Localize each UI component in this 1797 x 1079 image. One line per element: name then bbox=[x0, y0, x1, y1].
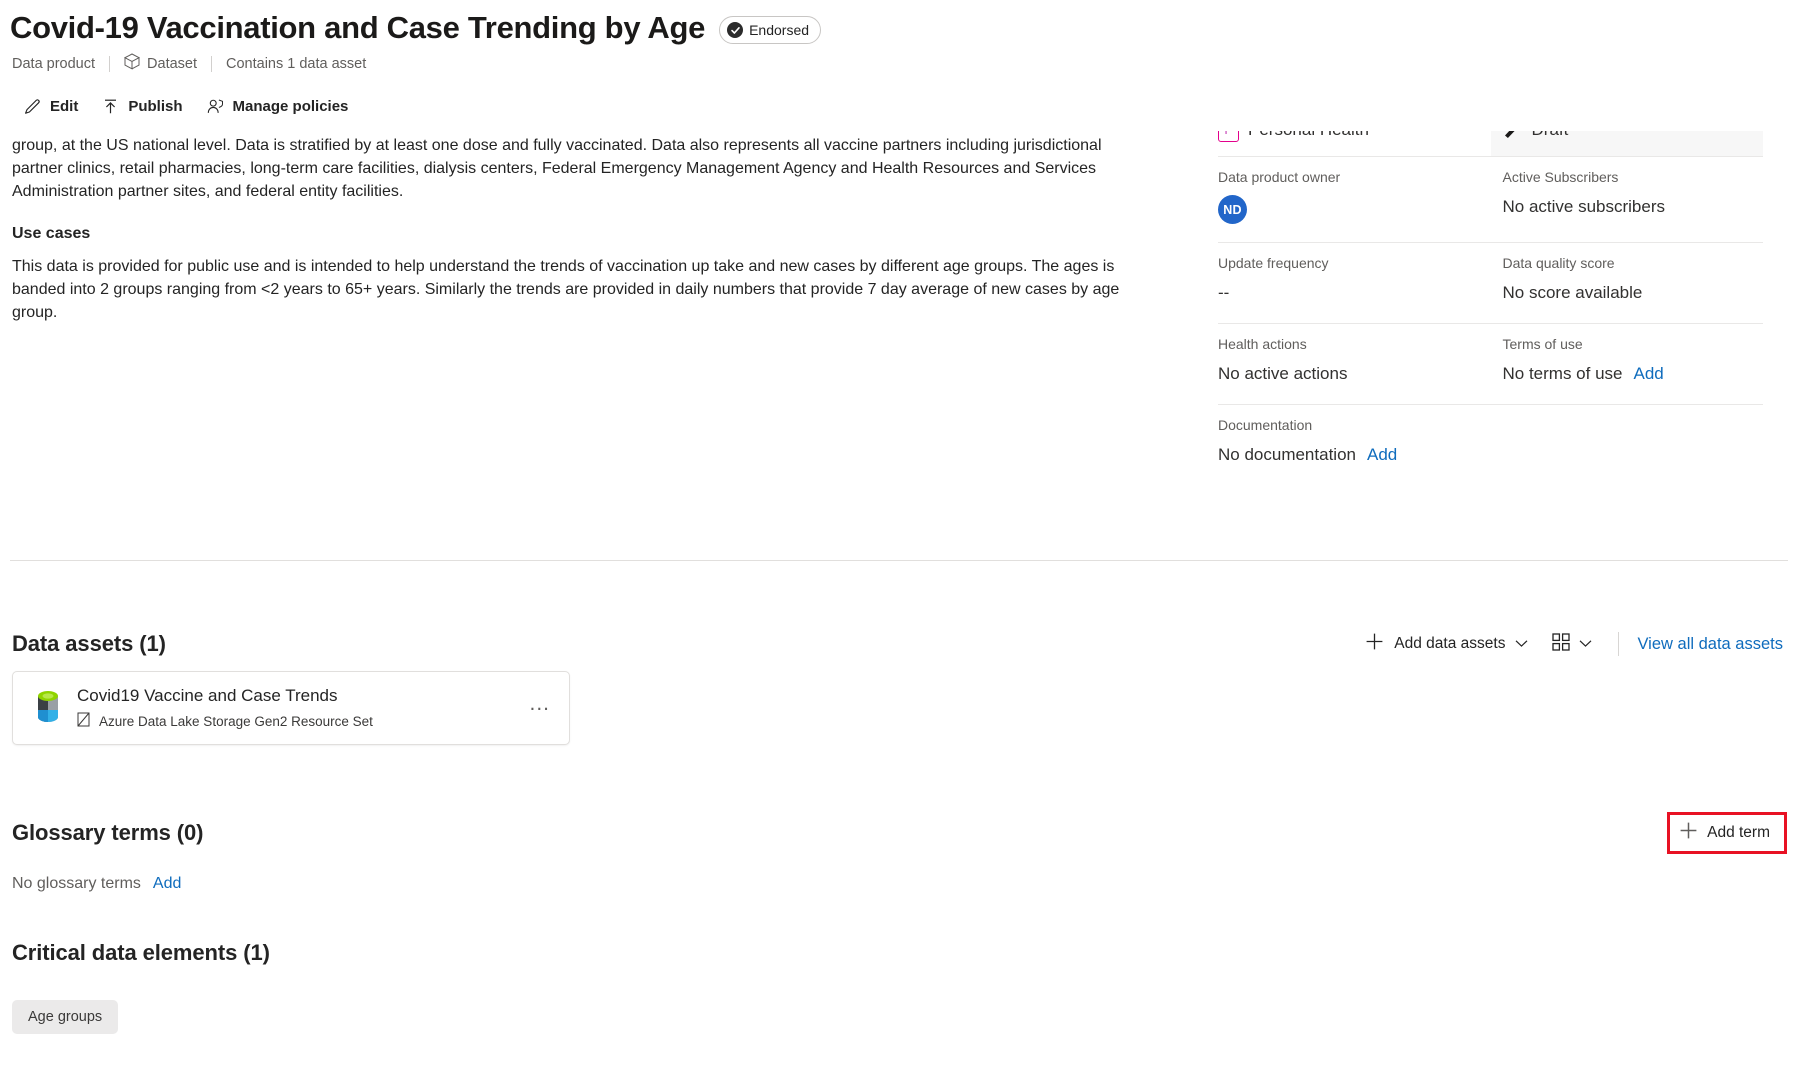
manage-policies-label: Manage policies bbox=[232, 98, 349, 115]
page-title: Covid-19 Vaccination and Case Trending b… bbox=[10, 10, 706, 45]
update-frequency-value: -- bbox=[1218, 283, 1230, 302]
dataset-box-icon bbox=[123, 53, 141, 74]
breadcrumb-asset-count-label: Contains 1 data asset bbox=[226, 55, 367, 72]
info-cell-health-actions: Health actions No active actions bbox=[1218, 324, 1491, 404]
view-layout-toggle-button[interactable] bbox=[1540, 626, 1604, 663]
owner-label: Data product owner bbox=[1218, 169, 1341, 185]
data-product-detail-page: This data comes from the CDC as a part o… bbox=[0, 0, 1797, 1079]
data-assets-title: Data assets (1) bbox=[12, 631, 166, 656]
info-row-health-terms: Health actions No active actions Terms o… bbox=[1218, 324, 1763, 405]
documentation-label: Documentation bbox=[1218, 417, 1313, 433]
subscribers-value: No active subscribers bbox=[1502, 197, 1666, 216]
critical-data-element-chip[interactable]: Age groups bbox=[12, 1000, 119, 1034]
grid-view-icon bbox=[1552, 632, 1571, 656]
plus-icon bbox=[1365, 632, 1384, 656]
data-asset-info: Covid19 Vaccine and Case Trends Azure Da… bbox=[77, 686, 524, 730]
documentation-add-link[interactable]: Add bbox=[1367, 443, 1397, 467]
add-term-label: Add term bbox=[1707, 824, 1770, 841]
info-cell-quality-score: Data quality score No score available bbox=[1491, 243, 1764, 323]
data-asset-more-button[interactable]: ... bbox=[524, 693, 555, 723]
endorsed-label: Endorsed bbox=[749, 22, 810, 38]
data-asset-card[interactable]: Covid19 Vaccine and Case Trends Azure Da… bbox=[12, 671, 570, 745]
glossary-add-link[interactable]: Add bbox=[153, 875, 181, 893]
resource-set-icon bbox=[77, 712, 91, 730]
info-cell-documentation: Documentation No documentation Add bbox=[1218, 405, 1763, 485]
toolbar-divider bbox=[1618, 632, 1620, 656]
info-row-owner-subscribers: Data product owner ND Active Subscribers… bbox=[1218, 157, 1763, 243]
adls-gen2-resource-set-icon bbox=[31, 688, 65, 728]
critical-data-elements-header: Critical data elements (1) bbox=[12, 940, 270, 966]
data-asset-type: Azure Data Lake Storage Gen2 Resource Se… bbox=[77, 712, 524, 730]
glossary-empty-text: No glossary terms bbox=[12, 875, 141, 892]
manage-policies-button[interactable]: Manage policies bbox=[197, 92, 363, 121]
documentation-value: No documentation Add bbox=[1218, 443, 1763, 467]
info-row-documentation: Documentation No documentation Add bbox=[1218, 405, 1763, 485]
terms-of-use-add-link[interactable]: Add bbox=[1634, 362, 1664, 386]
info-panel: P Personal Health Draft Data product own… bbox=[1218, 118, 1763, 485]
plus-icon bbox=[1679, 821, 1698, 845]
page-content: This data comes from the CDC as a part o… bbox=[0, 0, 1797, 1079]
terms-of-use-value: No terms of use Add bbox=[1503, 362, 1764, 386]
update-frequency-label: Update frequency bbox=[1218, 255, 1329, 271]
glossary-header: Glossary terms (0) Add term bbox=[12, 812, 1787, 854]
quality-score-value: No score available bbox=[1502, 283, 1643, 302]
data-assets-toolbar: Add data assets View all data assets bbox=[1353, 625, 1787, 663]
add-term-highlight-box: Add term bbox=[1667, 812, 1787, 854]
publish-arrow-icon bbox=[102, 98, 119, 115]
add-term-button[interactable]: Add term bbox=[1670, 815, 1784, 851]
critical-data-elements-chips: Age groups bbox=[12, 1000, 119, 1034]
info-cell-update-frequency: Update frequency -- bbox=[1218, 243, 1491, 323]
endorsed-badge[interactable]: Endorsed bbox=[719, 16, 822, 44]
add-data-assets-label: Add data assets bbox=[1394, 635, 1506, 652]
info-cell-terms-of-use: Terms of use No terms of use Add bbox=[1491, 324, 1764, 404]
breadcrumb: Data product Dataset Contains 1 data ass… bbox=[0, 49, 1797, 74]
use-cases-heading: Use cases bbox=[12, 225, 91, 242]
info-cell-subscribers: Active Subscribers No active subscribers bbox=[1491, 157, 1764, 242]
add-data-assets-button[interactable]: Add data assets bbox=[1353, 625, 1540, 663]
description-column: This data comes from the CDC as a part o… bbox=[12, 114, 1135, 346]
owner-value: ND bbox=[1218, 195, 1491, 224]
section-divider bbox=[10, 560, 1788, 561]
publish-button[interactable]: Publish bbox=[92, 92, 196, 121]
person-policy-icon bbox=[207, 98, 224, 115]
health-actions-label: Health actions bbox=[1218, 336, 1307, 352]
command-bar: Edit Publish Manage policies bbox=[0, 74, 1797, 131]
edit-label: Edit bbox=[50, 98, 79, 115]
terms-of-use-label: Terms of use bbox=[1502, 336, 1583, 352]
check-circle-icon bbox=[727, 22, 744, 38]
health-actions-value: No active actions bbox=[1218, 364, 1348, 383]
view-all-data-assets-link[interactable]: View all data assets bbox=[1633, 629, 1787, 660]
info-row-frequency-quality: Update frequency -- Data quality score N… bbox=[1218, 243, 1763, 324]
glossary-empty-state: No glossary terms Add bbox=[12, 875, 181, 893]
data-asset-name: Covid19 Vaccine and Case Trends bbox=[77, 686, 338, 705]
title-row: Covid-19 Vaccination and Case Trending b… bbox=[0, 0, 1797, 49]
publish-label: Publish bbox=[128, 98, 183, 115]
avatar: ND bbox=[1218, 195, 1247, 224]
info-cell-owner: Data product owner ND bbox=[1218, 157, 1491, 242]
glossary-title: Glossary terms (0) bbox=[12, 820, 204, 845]
description-paragraph-2: This data is provided for public use and… bbox=[12, 258, 1120, 321]
breadcrumb-type-label: Dataset bbox=[147, 55, 198, 72]
quality-score-label: Data quality score bbox=[1502, 255, 1615, 271]
page-header: Covid-19 Vaccination and Case Trending b… bbox=[0, 0, 1797, 131]
owner-name-redacted bbox=[1256, 203, 1384, 216]
edit-button[interactable]: Edit bbox=[14, 92, 92, 121]
subscribers-label: Active Subscribers bbox=[1502, 169, 1619, 185]
data-assets-header: Data assets (1) Add data assets View all… bbox=[12, 625, 1787, 663]
chevron-down-icon bbox=[1515, 635, 1528, 653]
pencil-icon bbox=[24, 98, 41, 115]
breadcrumb-asset-count: Contains 1 data asset bbox=[212, 56, 380, 72]
documentation-text: No documentation bbox=[1218, 445, 1356, 464]
terms-of-use-text: No terms of use bbox=[1502, 364, 1623, 383]
data-asset-type-label: Azure Data Lake Storage Gen2 Resource Se… bbox=[99, 713, 373, 729]
breadcrumb-kind-label: Data product bbox=[12, 55, 96, 72]
breadcrumb-kind: Data product bbox=[12, 56, 109, 72]
critical-data-elements-title: Critical data elements (1) bbox=[12, 940, 270, 965]
chevron-down-icon bbox=[1579, 635, 1592, 653]
breadcrumb-type: Dataset bbox=[110, 53, 211, 74]
